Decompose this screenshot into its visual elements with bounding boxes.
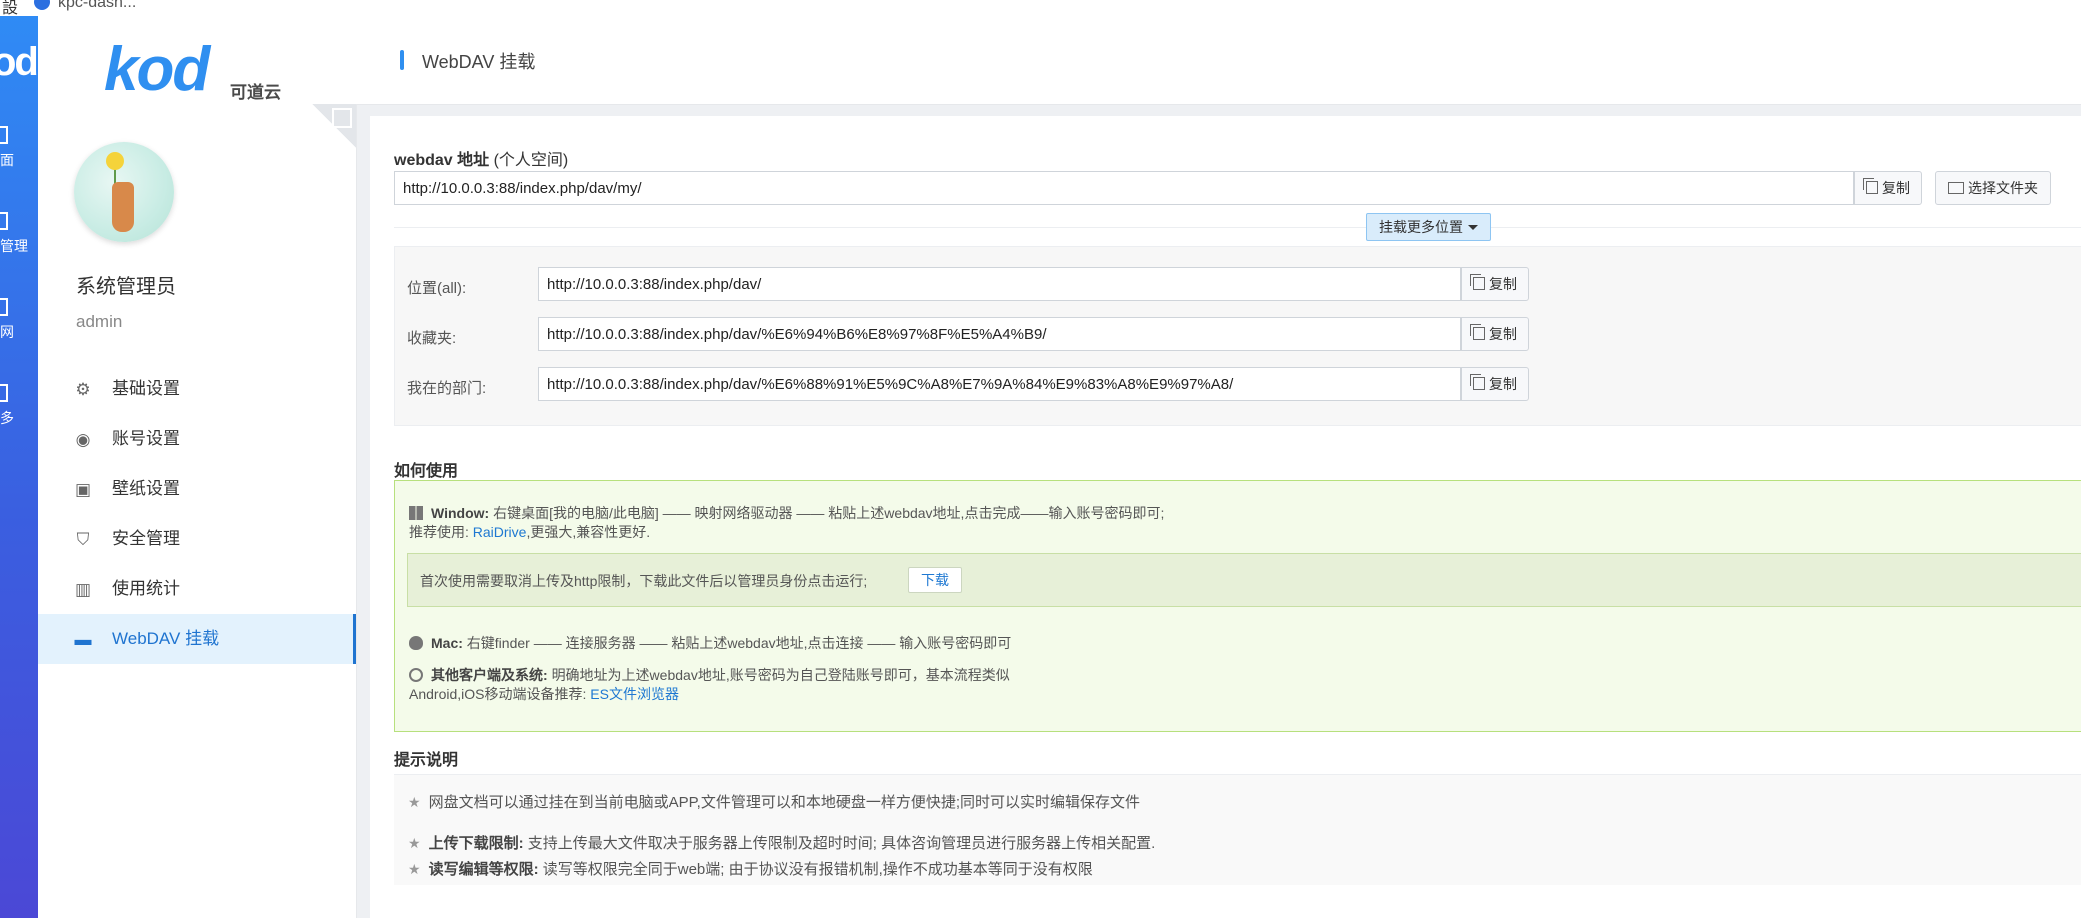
copy-location-button[interactable]: 复制 — [1461, 317, 1529, 351]
folder-icon — [0, 212, 8, 230]
menu-item-security[interactable]: ⛉ 安全管理 — [38, 514, 356, 564]
shield-icon: ⛉ — [76, 530, 90, 549]
star-icon: ★ — [408, 794, 421, 810]
settings-sidebar: kod 可道云 系统管理员 admin ⚙ 基础设置 ◉ 账号设置 ▣ 壁纸设置… — [38, 16, 357, 918]
location-label: 收藏夹: — [407, 330, 457, 347]
notice-text: 首次使用需要取消上传及http限制，下载此文件后以管理员身份点击运行; — [420, 573, 868, 589]
grid-icon — [0, 384, 8, 402]
location-label: 我在的部门: — [407, 380, 487, 397]
location-label: 位置(all): — [407, 280, 467, 297]
webdav-panel: webdav 地址 (个人空间) http://10.0.0.3:88/inde… — [370, 116, 2081, 918]
howto-box: Window: 右键桌面[我的电脑/此电脑] —— 映射网络驱动器 —— 粘贴上… — [394, 480, 2081, 732]
rail-item-net[interactable]: 网 — [0, 298, 38, 342]
locations-box: 位置(all): http://10.0.0.3:88/index.php/da… — [394, 246, 2081, 426]
menu-item-label: 壁纸设置 — [112, 479, 180, 498]
qr-code-icon — [332, 108, 352, 128]
monitor-icon: ▬ — [74, 630, 92, 649]
brand-logo[interactable]: kod 可道云 — [104, 34, 281, 104]
es-file-explorer-link[interactable]: ES文件浏览器 — [590, 686, 679, 702]
apple-icon — [409, 636, 423, 650]
tip-item: ★ 读写编辑等权限: 读写等权限完全同于web端; 由于协议没有报错机制,操作不成… — [408, 861, 1093, 878]
tip-item: ★ 网盘文档可以通过挂在到当前电脑或APP,文件管理可以和本地硬盘一样方便快捷;同… — [408, 794, 1140, 811]
rail-item-desktop[interactable]: 面 — [0, 126, 38, 170]
user-display-name: 系统管理员 — [76, 276, 176, 298]
tab-favicon-icon — [34, 0, 50, 10]
howto-title: 如何使用 — [394, 463, 459, 480]
avatar[interactable] — [74, 142, 174, 242]
page-header: WebDAV 挂载 — [356, 16, 2081, 105]
location-url-field[interactable]: http://10.0.0.3:88/index.php/dav/%E6%94%… — [538, 317, 1461, 351]
menu-item-label: WebDAV 挂载 — [112, 629, 220, 648]
copy-location-button[interactable]: 复制 — [1461, 367, 1529, 401]
copy-location-button[interactable]: 复制 — [1461, 267, 1529, 301]
copy-address-button[interactable]: 复制 — [1854, 171, 1922, 205]
menu-item-label: 安全管理 — [112, 529, 180, 548]
mobile-instructions: Android,iOS移动端设备推荐: ES文件浏览器 — [409, 686, 679, 702]
caret-down-icon — [1468, 225, 1478, 230]
webdav-address-label: webdav 地址 (个人空间) — [394, 152, 569, 169]
menu-item-label: 基础设置 — [112, 379, 180, 398]
choose-folder-button[interactable]: 选择文件夹 — [1935, 171, 2051, 205]
bar-chart-icon: ▥ — [74, 580, 92, 599]
other-instructions: 其他客户端及系统: 明确地址为上述webdav地址,账号密码为自己登陆账号即可，… — [409, 665, 1010, 685]
mount-more-locations-button[interactable]: 挂载更多位置 — [1366, 213, 1491, 241]
app-rail: od 面 管理 网 多 — [0, 16, 38, 918]
rail-item-manage[interactable]: 管理 — [0, 212, 38, 256]
brand-name: 可道云 — [230, 83, 281, 102]
folder-icon — [1948, 182, 1964, 194]
menu-item-basic[interactable]: ⚙ 基础设置 — [38, 364, 356, 414]
webdav-address-field[interactable]: http://10.0.0.3:88/index.php/dav/my/ — [394, 171, 1854, 205]
location-url-field[interactable]: http://10.0.0.3:88/index.php/dav/ — [538, 267, 1461, 301]
qr-corner[interactable] — [312, 104, 356, 148]
gear-icon: ⚙ — [75, 380, 91, 399]
settings-menu: ⚙ 基础设置 ◉ 账号设置 ▣ 壁纸设置 ⛉ 安全管理 ▥ 使用统计 ▬ Web… — [38, 364, 356, 664]
copy-icon — [1863, 178, 1878, 194]
tips-title: 提示说明 — [394, 752, 459, 769]
menu-item-wallpaper[interactable]: ▣ 壁纸设置 — [38, 464, 356, 514]
chrome-icon — [409, 668, 423, 682]
upload-icon — [0, 298, 8, 316]
browser-tab-strip: 設 kpc-dash... — [0, 0, 2081, 17]
first-use-notice: 首次使用需要取消上传及http限制，下载此文件后以管理员身份点击运行; 下载 — [407, 553, 2081, 607]
copy-icon — [1470, 274, 1485, 290]
rail-item-label: 管理 — [0, 238, 28, 254]
rail-item-label: 面 — [0, 152, 14, 168]
location-url-field[interactable]: http://10.0.0.3:88/index.php/dav/%E6%88%… — [538, 367, 1461, 401]
menu-item-webdav[interactable]: ▬ WebDAV 挂载 — [38, 614, 356, 664]
tab-title[interactable]: kpc-dash... — [58, 0, 136, 12]
tips-box: ★ 网盘文档可以通过挂在到当前电脑或APP,文件管理可以和本地硬盘一样方便快捷;同… — [394, 774, 2081, 885]
raidrive-link[interactable]: RaiDrive — [473, 524, 527, 540]
user-account: admin — [76, 312, 123, 331]
windows-icon — [409, 506, 423, 520]
tip-item: ★ 上传下载限制: 支持上传最大文件取决于服务器上传限制及超时时间; 具体咨询管理… — [408, 835, 1156, 852]
windows-instructions: Window: 右键桌面[我的电脑/此电脑] —— 映射网络驱动器 —— 粘贴上… — [409, 503, 1164, 523]
star-icon: ★ — [408, 861, 421, 877]
download-button[interactable]: 下载 — [908, 567, 962, 593]
menu-item-account[interactable]: ◉ 账号设置 — [38, 414, 356, 464]
rail-item-label: 网 — [0, 324, 14, 340]
recommend-line: 推荐使用: RaiDrive,更强大,兼容性更好. — [409, 524, 651, 540]
menu-item-label: 使用统计 — [112, 579, 180, 598]
menu-item-label: 账号设置 — [112, 429, 180, 448]
rail-logo: od — [0, 40, 38, 84]
menu-item-stats[interactable]: ▥ 使用统计 — [38, 564, 356, 614]
copy-icon — [1470, 374, 1485, 390]
rail-item-more[interactable]: 多 — [0, 384, 38, 428]
rail-item-label: 多 — [0, 410, 14, 426]
user-circle-icon: ◉ — [75, 430, 91, 449]
page-title: WebDAV 挂载 — [422, 52, 536, 72]
desktop-icon — [0, 126, 8, 144]
mac-instructions: Mac: 右键finder —— 连接服务器 —— 粘贴上述webdav地址,点… — [409, 633, 1011, 653]
image-icon: ▣ — [74, 480, 92, 499]
copy-icon — [1470, 324, 1485, 340]
brand-logo-text: kod — [104, 35, 210, 104]
title-accent-bar — [400, 50, 404, 70]
star-icon: ★ — [408, 835, 421, 851]
